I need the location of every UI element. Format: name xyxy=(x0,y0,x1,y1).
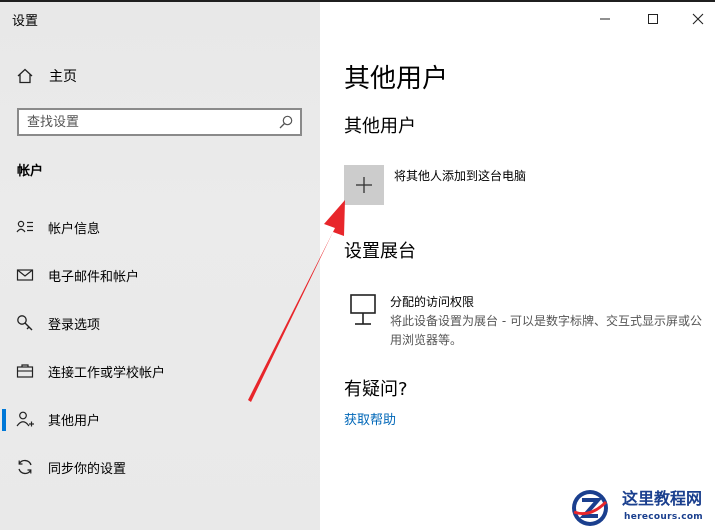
sync-icon xyxy=(16,458,34,476)
key-icon xyxy=(16,314,34,332)
sidebar-item-email[interactable]: 电子邮件和帐户 xyxy=(0,255,320,295)
plus-icon xyxy=(356,177,372,193)
assigned-access-title[interactable]: 分配的访问权限 xyxy=(390,293,474,310)
sidebar: 设置 主页 帐户 帐户信息 xyxy=(0,0,320,530)
sidebar-home-label: 主页 xyxy=(49,69,77,85)
main-panel: 其他用户 其他用户 将其他人添加到这台电脑 设置展台 分配的访问权限 将此设备设… xyxy=(320,0,715,530)
kiosk-heading: 设置展台 xyxy=(344,241,416,262)
search-input[interactable] xyxy=(19,110,277,134)
sidebar-item-account-info[interactable]: 帐户信息 xyxy=(0,207,320,247)
account-info-icon xyxy=(16,218,34,236)
sidebar-item-label: 帐户信息 xyxy=(48,221,101,237)
sidebar-home[interactable]: 主页 xyxy=(16,64,77,88)
window-top-border xyxy=(0,0,715,2)
sidebar-section-title: 帐户 xyxy=(17,164,44,179)
assigned-access-description: 将此设备设置为展台 - 可以是数字标牌、交互式显示屏或公用浏览器等。 xyxy=(390,314,702,347)
watermark: 这里教程网 herecours.com xyxy=(570,485,715,530)
sidebar-item-label: 连接工作或学校帐户 xyxy=(48,365,166,381)
maximize-icon xyxy=(648,14,658,24)
watermark-logo-icon xyxy=(572,490,608,526)
add-user-button[interactable] xyxy=(344,165,384,205)
home-icon xyxy=(17,68,33,84)
search-box[interactable] xyxy=(17,108,302,136)
sidebar-item-label: 电子邮件和帐户 xyxy=(48,269,140,285)
add-user-label[interactable]: 将其他人添加到这台电脑 xyxy=(394,167,526,184)
person-add-icon xyxy=(16,410,34,428)
sidebar-item-other-users[interactable]: 其他用户 xyxy=(0,399,320,439)
mail-icon xyxy=(16,266,34,284)
kiosk-icon[interactable] xyxy=(348,293,378,329)
briefcase-icon xyxy=(16,362,34,380)
sidebar-item-label: 同步你的设置 xyxy=(48,461,127,477)
active-indicator xyxy=(2,409,6,431)
get-help-link[interactable]: 获取帮助 xyxy=(344,409,396,428)
close-icon xyxy=(692,13,704,25)
sidebar-item-sign-in-options[interactable]: 登录选项 xyxy=(0,303,320,343)
maximize-button[interactable] xyxy=(636,6,670,32)
close-button[interactable] xyxy=(681,6,715,32)
other-users-heading: 其他用户 xyxy=(344,116,416,137)
watermark-text: 这里教程网 xyxy=(622,489,703,508)
minimize-button[interactable] xyxy=(588,6,622,32)
sidebar-item-label: 登录选项 xyxy=(48,317,101,333)
watermark-url: herecours.com xyxy=(624,512,703,522)
page-title: 其他用户 xyxy=(344,64,449,94)
window-title: 设置 xyxy=(12,14,39,29)
question-heading: 有疑问? xyxy=(344,379,408,400)
search-icon[interactable] xyxy=(278,114,294,130)
sidebar-item-label: 其他用户 xyxy=(48,413,101,429)
sidebar-item-work-school[interactable]: 连接工作或学校帐户 xyxy=(0,351,320,391)
sidebar-item-sync[interactable]: 同步你的设置 xyxy=(0,447,320,487)
minimize-icon xyxy=(600,18,610,20)
